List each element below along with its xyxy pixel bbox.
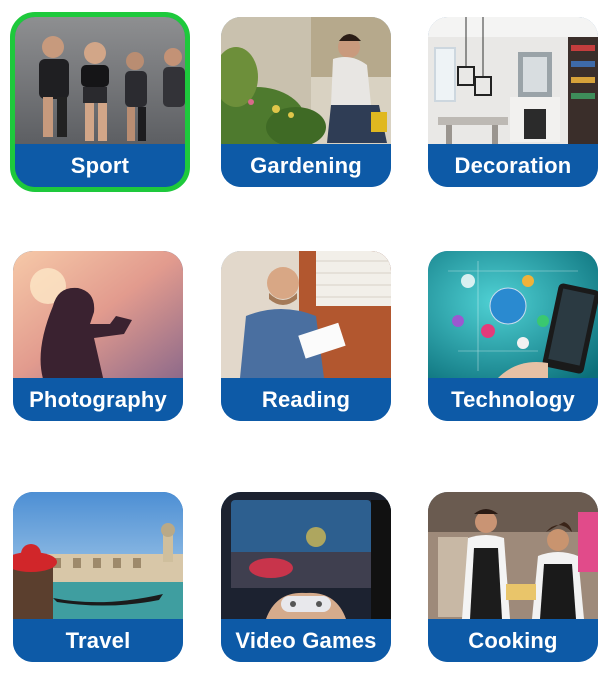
video-games-photo <box>221 492 391 619</box>
tile-video-games[interactable]: Video Games <box>221 492 391 662</box>
tile-sport[interactable]: Sport <box>10 12 190 192</box>
technology-photo <box>428 251 598 378</box>
tile-label: Photography <box>13 378 183 421</box>
tile-label: Reading <box>221 378 391 421</box>
photography-photo <box>13 251 183 378</box>
cooking-photo <box>428 492 598 619</box>
tile-label: Technology <box>428 378 598 421</box>
tile-label: Decoration <box>428 144 598 187</box>
tile-travel[interactable]: Travel <box>13 492 183 662</box>
tile-technology[interactable]: Technology <box>428 251 598 421</box>
sport-photo <box>15 17 185 144</box>
tile-label: Video Games <box>221 619 391 662</box>
tile-photography[interactable]: Photography <box>13 251 183 421</box>
tile-label: Cooking <box>428 619 598 662</box>
tile-decoration[interactable]: Decoration <box>428 17 598 187</box>
tile-reading[interactable]: Reading <box>221 251 391 421</box>
tile-label: Sport <box>15 144 185 187</box>
tile-label: Travel <box>13 619 183 662</box>
tile-cooking[interactable]: Cooking <box>428 492 598 662</box>
tile-label: Gardening <box>221 144 391 187</box>
gardening-photo <box>221 17 391 144</box>
decoration-photo <box>428 17 598 144</box>
tile-gardening[interactable]: Gardening <box>221 17 391 187</box>
travel-photo <box>13 492 183 619</box>
reading-photo <box>221 251 391 378</box>
